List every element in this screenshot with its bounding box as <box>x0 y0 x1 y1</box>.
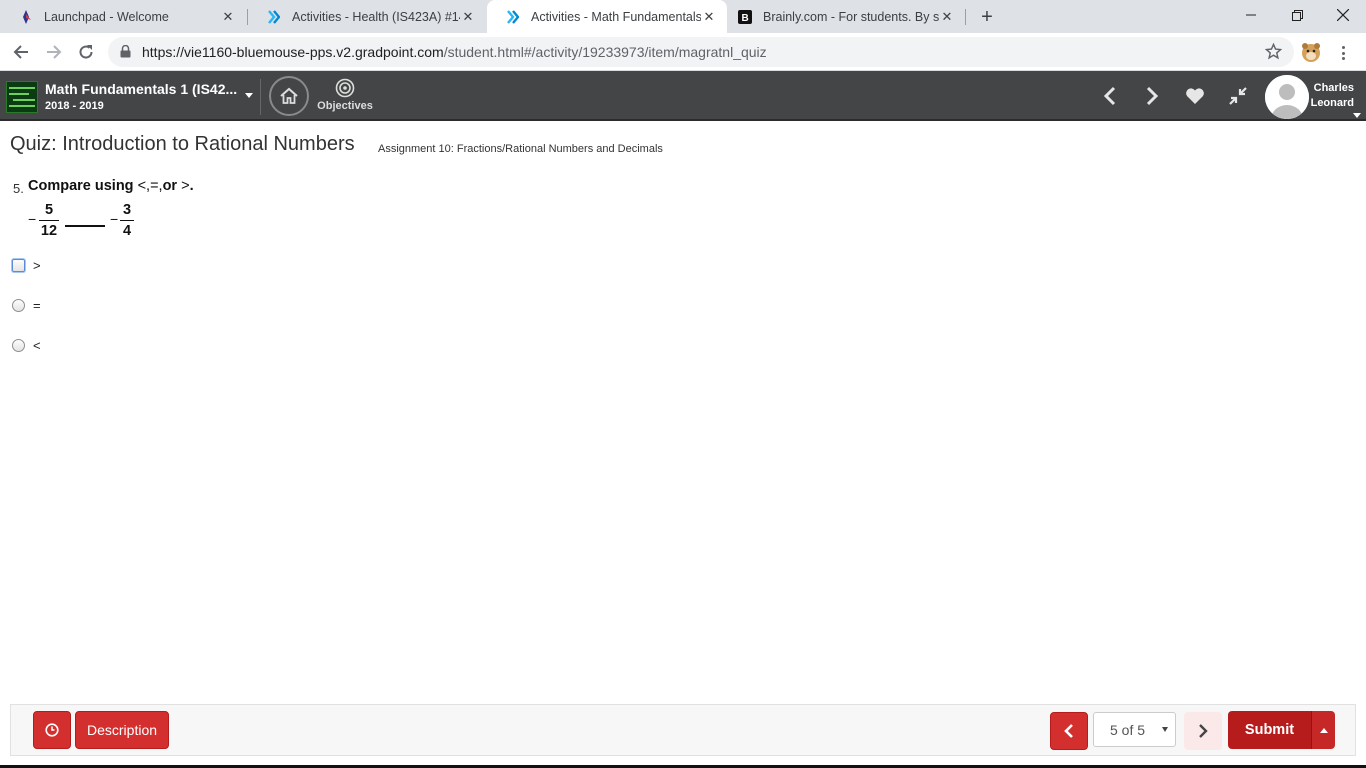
user-last-name[interactable]: Leonard <box>1311 97 1354 109</box>
close-icon[interactable]: ✕ <box>220 9 236 25</box>
right-denominator: 4 <box>122 223 132 239</box>
timer-button[interactable] <box>33 711 71 749</box>
browser-tab-strip: Launchpad - Welcome ✕ Activities - Healt… <box>0 0 1366 33</box>
left-denominator: 12 <box>40 223 58 239</box>
assignment-subtitle: Assignment 10: Fractions/Rational Number… <box>378 143 663 155</box>
tab-title: Activities - Math Fundamentals 1 <box>531 9 701 24</box>
radio-button[interactable] <box>12 338 25 352</box>
left-numerator: 5 <box>44 202 54 218</box>
clock-icon <box>45 723 59 737</box>
close-icon[interactable]: ✕ <box>939 9 955 25</box>
app-header: Math Fundamentals 1 (IS42... 2018 - 2019… <box>0 71 1366 121</box>
next-question-button[interactable] <box>1184 712 1222 750</box>
forward-arrow-icon[interactable] <box>41 39 67 65</box>
submit-options-toggle[interactable] <box>1311 711 1335 749</box>
fraction-bar <box>120 220 134 221</box>
chevron-left-icon <box>1064 724 1073 738</box>
choice-equal[interactable]: = <box>12 296 41 314</box>
lock-icon[interactable] <box>120 44 131 63</box>
chevron-right-icon <box>1199 724 1208 738</box>
heart-icon[interactable] <box>1183 84 1207 108</box>
extension-hamster-icon[interactable] <box>1300 41 1322 63</box>
browser-tab-math-active[interactable]: Activities - Math Fundamentals 1 ✕ <box>487 0 727 33</box>
gradpoint-icon <box>505 9 521 25</box>
browser-toolbar: https://vie1160-bluemouse-pps.v2.gradpoi… <box>0 33 1366 71</box>
address-bar[interactable]: https://vie1160-bluemouse-pps.v2.gradpoi… <box>108 37 1294 67</box>
submit-button[interactable]: Submit <box>1228 711 1311 749</box>
prompt-last-symbol: > <box>181 178 190 194</box>
user-menu-caret-icon[interactable] <box>1353 113 1361 118</box>
new-tab-icon[interactable]: + <box>977 6 997 28</box>
user-first-name[interactable]: Charles <box>1314 82 1354 94</box>
left-fraction: 5 12 <box>39 201 59 240</box>
choice-less-than[interactable]: < <box>12 336 41 354</box>
close-icon[interactable]: ✕ <box>701 9 717 25</box>
left-fraction-sign: − <box>28 211 37 227</box>
course-dropdown-caret-icon[interactable] <box>245 93 253 98</box>
objectives-button[interactable]: Objectives <box>315 78 375 118</box>
gradpoint-icon <box>266 9 282 25</box>
answer-blank <box>65 225 105 227</box>
choice-greater-than[interactable]: > <box>12 256 41 274</box>
url-host: https://vie1160-bluemouse-pps.v2.gradpoi… <box>142 44 444 60</box>
next-chevron-icon[interactable] <box>1140 84 1164 108</box>
user-avatar[interactable] <box>1265 75 1309 119</box>
course-title[interactable]: Math Fundamentals 1 (IS42... <box>45 81 237 97</box>
prompt-period: . <box>189 178 194 194</box>
restore-icon[interactable] <box>1274 0 1320 30</box>
previous-chevron-icon[interactable] <box>1098 84 1122 108</box>
right-fraction-sign: − <box>110 211 119 227</box>
right-fraction: 3 4 <box>120 201 134 240</box>
target-icon <box>335 78 355 98</box>
tab-separator <box>965 9 966 25</box>
header-divider <box>260 79 261 115</box>
prompt-symbols: <,=, <box>137 178 163 194</box>
quiz-title: Quiz: Introduction to Rational Numbers <box>10 133 355 155</box>
browser-tab-launchpad[interactable]: Launchpad - Welcome ✕ <box>0 0 246 33</box>
collapse-icon[interactable] <box>1226 84 1250 108</box>
url-text[interactable]: https://vie1160-bluemouse-pps.v2.gradpoi… <box>142 44 767 60</box>
radio-button[interactable] <box>12 258 25 272</box>
choice-label[interactable]: < <box>33 338 41 353</box>
tab-title: Launchpad - Welcome <box>44 9 169 24</box>
prompt-text: Compare using <box>28 178 134 194</box>
tab-title: Activities - Health (IS423A) #1446 <box>292 9 460 24</box>
browser-tab-health[interactable]: Activities - Health (IS423A) #1446 ✕ <box>248 0 486 33</box>
choice-label[interactable]: = <box>33 298 41 313</box>
question-number: 5. <box>13 181 24 196</box>
close-icon[interactable]: ✕ <box>460 9 476 25</box>
back-arrow-icon[interactable] <box>8 39 34 65</box>
url-path: /student.html#/activity/19233973/item/ma… <box>443 44 767 60</box>
browser-tab-brainly[interactable]: B Brainly.com - For students. By stu ✕ <box>727 0 965 33</box>
svg-text:B: B <box>742 13 749 24</box>
brainly-icon: B <box>737 9 753 25</box>
home-button[interactable] <box>269 76 309 116</box>
page-indicator: 5 of 5 <box>1110 721 1146 738</box>
prompt-or: or <box>162 178 178 194</box>
course-logo-icon <box>6 81 38 113</box>
reload-icon[interactable] <box>73 39 99 65</box>
question-prompt: Compare using <,=,or >. <box>28 178 194 194</box>
home-icon <box>280 87 298 104</box>
course-year: 2018 - 2019 <box>45 100 104 112</box>
minimize-icon[interactable] <box>1228 0 1274 30</box>
caret-up-icon <box>1319 727 1328 733</box>
description-button[interactable]: Description <box>75 711 169 749</box>
person-silhouette-icon <box>1265 75 1309 119</box>
bookmark-star-icon[interactable] <box>1264 42 1283 65</box>
question-page-select[interactable]: 5 of 5 <box>1093 712 1176 747</box>
browser-menu-icon[interactable] <box>1335 44 1351 62</box>
window-close-icon[interactable] <box>1320 0 1366 30</box>
choice-label[interactable]: > <box>33 258 41 273</box>
previous-question-button[interactable] <box>1050 712 1088 750</box>
fraction-bar <box>39 220 59 221</box>
radio-button[interactable] <box>12 298 25 312</box>
objectives-label: Objectives <box>317 100 373 112</box>
launchpad-icon <box>18 9 34 25</box>
select-caret-icon <box>1162 727 1168 732</box>
tab-title: Brainly.com - For students. By stu <box>763 9 939 24</box>
right-numerator: 3 <box>122 202 132 218</box>
